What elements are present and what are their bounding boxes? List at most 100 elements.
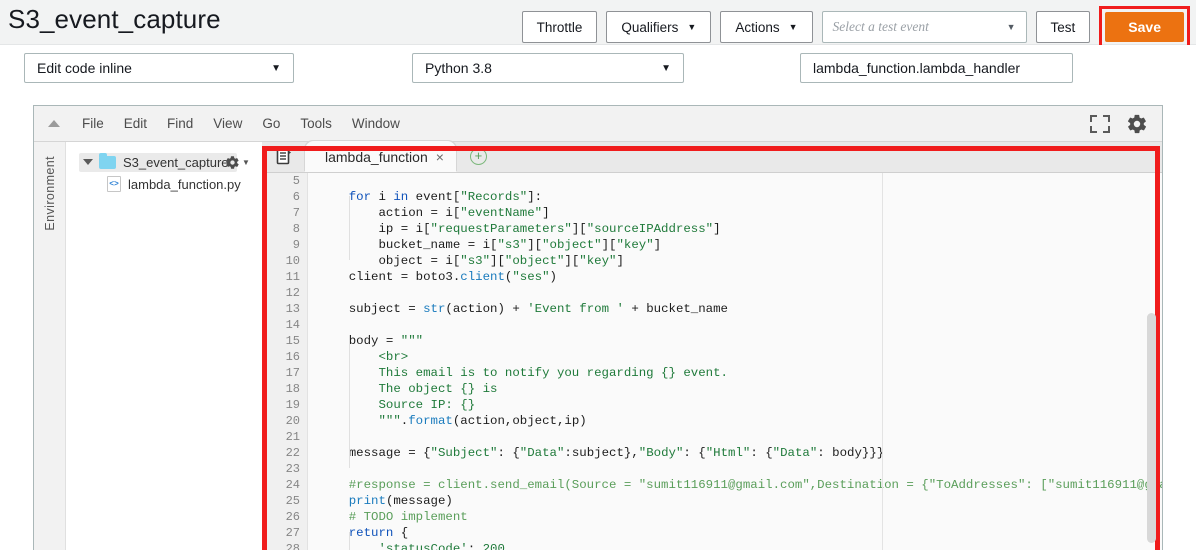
line-number: 8 (292, 222, 300, 236)
code-token: action = i[ (319, 206, 461, 220)
code-line[interactable]: return { (309, 525, 1162, 541)
code-token: for (348, 190, 372, 204)
code-token: (message) (385, 494, 453, 508)
throttle-button[interactable]: Throttle (521, 11, 598, 43)
line-number: 18 (285, 382, 300, 396)
code-line[interactable] (309, 317, 1162, 333)
code-token: # TODO implement (319, 510, 468, 524)
code-token: "s3" (460, 254, 491, 268)
code-line[interactable]: for i in event["Records"]: (309, 189, 1162, 205)
code-token: ][ (601, 238, 617, 252)
code-line[interactable]: 'statusCode': 200, (309, 541, 1162, 550)
code-line[interactable]: Source IP: {} (309, 397, 1162, 413)
code-token: "key" (616, 238, 654, 252)
page-header: S3_event_capture Throttle Qualifiers ▼ A… (0, 0, 1196, 48)
line-number: 10 (285, 254, 300, 268)
code-line[interactable]: message = {"Subject": {"Data":subject},"… (309, 445, 1162, 461)
actions-label: Actions (735, 19, 780, 35)
line-number: 12 (285, 286, 300, 300)
tab-lambda-function[interactable]: lambda_function × (305, 141, 456, 172)
code-token: "object" (542, 238, 602, 252)
save-button[interactable]: Save (1105, 12, 1184, 42)
menu-edit[interactable]: Edit (114, 113, 157, 134)
code-token: ] (653, 238, 662, 252)
code-line[interactable]: # TODO implement (309, 509, 1162, 525)
runtime-select[interactable]: Python 3.8 ▼ (412, 53, 684, 83)
code-line[interactable] (309, 285, 1162, 301)
code-token: #response = client.send_email(Source = "… (319, 478, 1162, 492)
menu-tools[interactable]: Tools (290, 113, 342, 134)
header-actions: Throttle Qualifiers ▼ Actions ▼ Select a… (521, 6, 1196, 48)
code-editor[interactable]: 5 6 7 8 9 10 11 12 13 14 15 16 17 18 19 20 21 22 23 24 25 26 2… (263, 173, 1162, 550)
code-token: : { (497, 446, 520, 460)
code-token: The object {} is (319, 382, 498, 396)
code-token: str (423, 302, 446, 316)
close-icon[interactable]: × (436, 149, 444, 165)
save-button-highlight: Save (1099, 6, 1190, 48)
menu-view[interactable]: View (203, 113, 252, 134)
actions-button[interactable]: Actions ▼ (720, 11, 813, 43)
environment-strip[interactable]: Environment (34, 142, 66, 550)
code-line[interactable]: client = boto3.client("ses") (309, 269, 1162, 285)
code-line[interactable] (309, 461, 1162, 477)
tree-root-folder[interactable]: S3_event_capture ▼ (67, 151, 262, 173)
line-number-gutter: 5 6 7 8 9 10 11 12 13 14 15 16 17 18 19 20 21 22 23 24 25 26 2… (263, 173, 308, 550)
code-line[interactable] (309, 173, 1162, 189)
line-number: 23 (285, 462, 300, 476)
code-token: : body}}} (817, 446, 885, 460)
handler-input[interactable]: lambda_function.lambda_handler (800, 53, 1073, 83)
gear-icon[interactable] (1126, 113, 1148, 135)
gear-icon[interactable]: ▼ (225, 155, 250, 170)
menu-find[interactable]: Find (157, 113, 203, 134)
line-number: 27 (285, 526, 300, 540)
indent-guide (348, 532, 350, 550)
menu-window[interactable]: Window (342, 113, 410, 134)
line-number: 11 (285, 270, 300, 284)
code-line[interactable]: subject = str(action) + 'Event from ' + … (309, 301, 1162, 317)
line-number: 26 (285, 510, 300, 524)
code-token: :subject}, (564, 446, 639, 460)
chevron-down-icon: ▼ (1006, 21, 1016, 32)
qualifiers-button[interactable]: Qualifiers ▼ (606, 11, 712, 43)
code-token: Source IP: {} (319, 398, 476, 412)
code-line[interactable]: print(message) (309, 493, 1162, 509)
vertical-scrollbar[interactable] (1147, 313, 1156, 543)
menu-file[interactable]: File (72, 113, 114, 134)
plus-icon[interactable]: + (469, 148, 487, 165)
code-token: <br> (319, 350, 409, 364)
code-line[interactable]: #response = client.send_email(Source = "… (309, 477, 1162, 493)
line-number: 24 (285, 478, 300, 492)
code-entry-type-select[interactable]: Edit code inline ▼ (24, 53, 294, 83)
chevron-down-icon: ▼ (271, 62, 281, 74)
code-line[interactable]: """.format(action,object,ip) (309, 413, 1162, 429)
code-token: , (504, 542, 513, 550)
code-line[interactable]: bucket_name = i["s3"]["object"]["key"] (309, 237, 1162, 253)
code-token: event[ (408, 190, 461, 204)
code-line[interactable]: ip = i["requestParameters"]["sourceIPAdd… (309, 221, 1162, 237)
code-token: ip = i[ (319, 222, 431, 236)
code-line[interactable]: The object {} is (309, 381, 1162, 397)
code-line[interactable] (309, 429, 1162, 445)
code-line[interactable]: This email is to notify you regarding {}… (309, 365, 1162, 381)
code-token: subject = (319, 302, 424, 316)
code-token: "Subject" (430, 446, 498, 460)
code-line[interactable]: object = i["s3"]["object"]["key"] (309, 253, 1162, 269)
code-token: + (512, 302, 520, 316)
code-token: in (393, 190, 409, 204)
tree-file-lambda-function[interactable]: <> lambda_function.py (67, 173, 262, 195)
line-number: 6 (292, 190, 300, 204)
test-button[interactable]: Test (1035, 11, 1091, 43)
code-line[interactable]: body = """ (309, 333, 1162, 349)
test-event-select[interactable]: Select a test event ▼ (821, 11, 1027, 43)
fullscreen-icon[interactable] (1090, 115, 1110, 133)
chevron-down-icon (83, 159, 93, 165)
code-token: ) (549, 270, 557, 284)
triangle-up-icon[interactable] (48, 120, 60, 127)
menu-go[interactable]: Go (252, 113, 290, 134)
code-line[interactable]: action = i["eventName"] (309, 205, 1162, 221)
code-line[interactable]: <br> (309, 349, 1162, 365)
line-number: 5 (292, 174, 300, 188)
code-lines[interactable]: for i in event["Records"]: action = i["e… (309, 173, 1162, 550)
file-tree: S3_event_capture ▼ <> lambda_function.py (67, 142, 263, 550)
tab-list-icon[interactable] (263, 141, 305, 172)
